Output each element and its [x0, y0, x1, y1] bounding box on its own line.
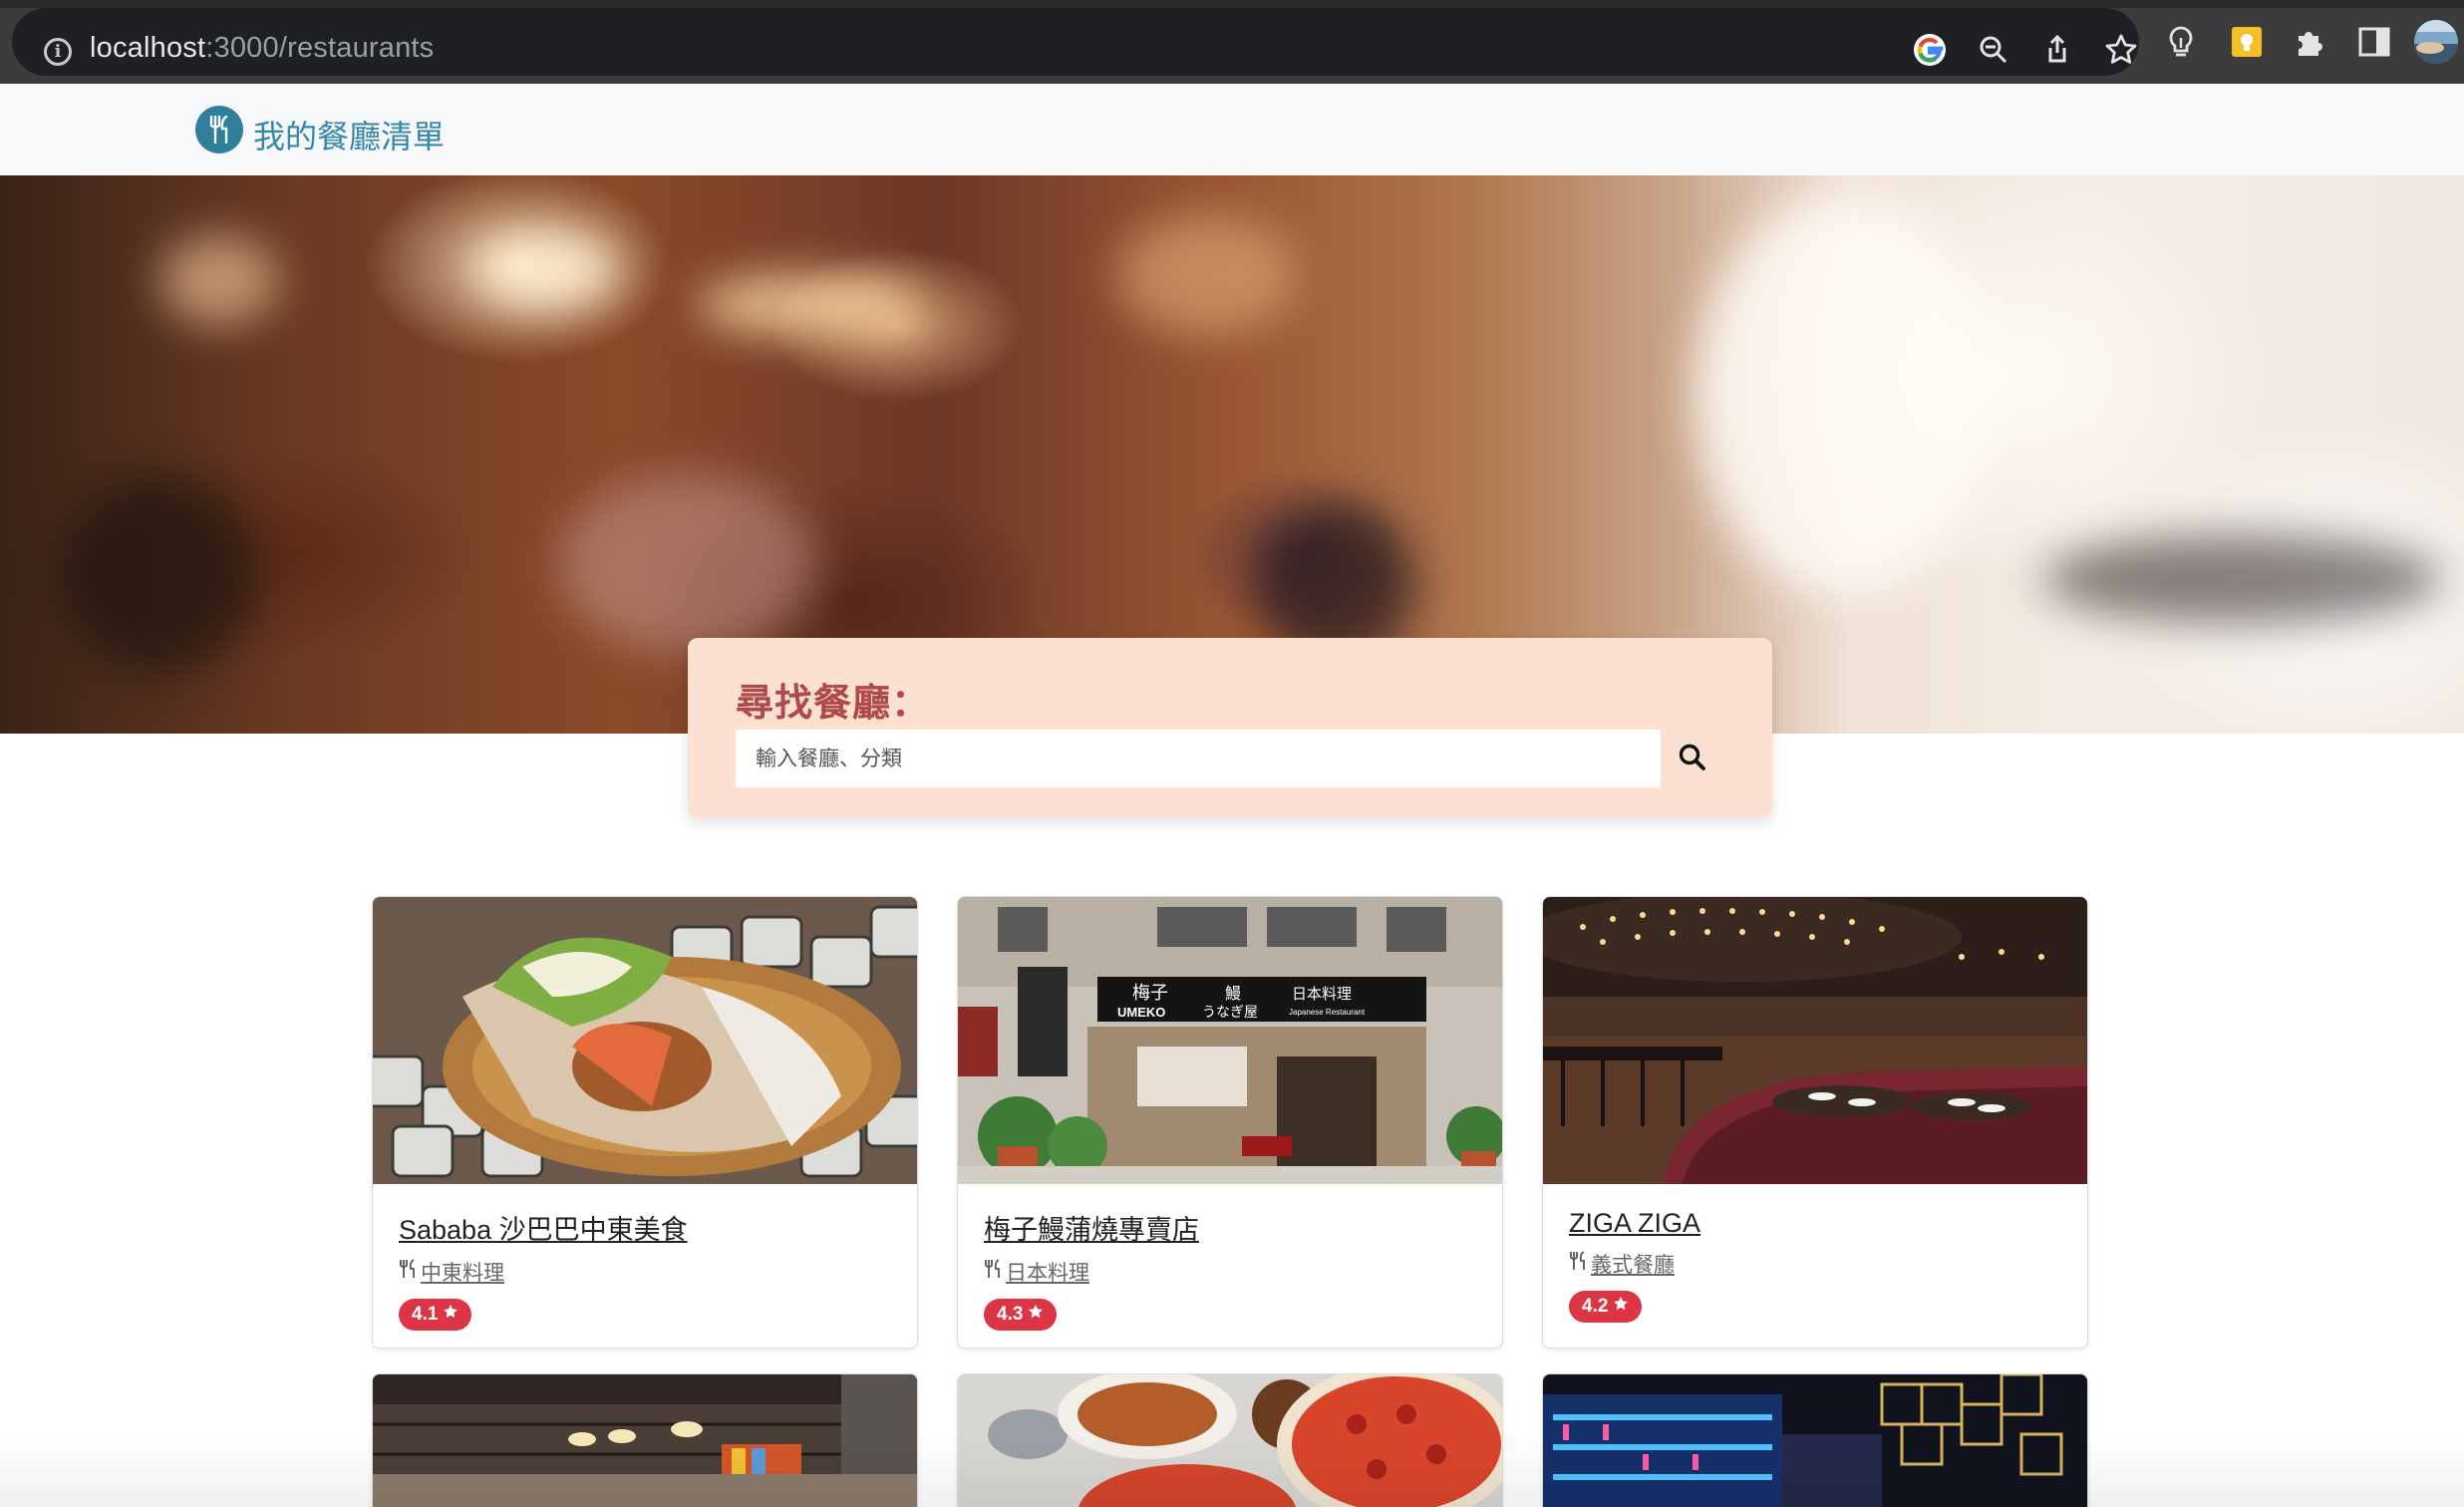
- restaurant-photo[interactable]: [1543, 1374, 2087, 1507]
- restaurant-category[interactable]: 日本料理: [1006, 1257, 1089, 1287]
- sign-umeko-latin: UMEKO: [1117, 1005, 1165, 1020]
- share-icon[interactable]: [2037, 30, 2077, 70]
- star-icon: [1608, 1296, 1629, 1318]
- sign-japanese-restaurant: Japanese Restaurant: [1289, 1008, 1366, 1017]
- restaurant-category[interactable]: 中東料理: [421, 1257, 504, 1287]
- sign-unagi-kanji: 鰻: [1225, 984, 1241, 1003]
- google-icon[interactable]: [1910, 30, 1950, 70]
- restaurant-card[interactable]: [957, 1373, 1503, 1507]
- url-path: :3000/restaurants: [205, 32, 435, 64]
- rating-value: 4.2: [1582, 1296, 1609, 1317]
- restaurant-name[interactable]: 梅子鰻蒲燒專賣店: [984, 1208, 1199, 1247]
- restaurant-card[interactable]: Sababa 沙巴巴中東美食 中東料理 4.1: [372, 896, 918, 1349]
- search-icon: [1678, 743, 1707, 775]
- utensils-icon: [984, 1259, 1002, 1285]
- site-info-icon[interactable]: i: [44, 38, 72, 66]
- rating-badge: 4.2: [1569, 1291, 1643, 1323]
- url-text[interactable]: localhost:3000/restaurants: [90, 32, 434, 65]
- restaurant-photo[interactable]: [1543, 897, 2087, 1184]
- restaurant-photo[interactable]: [373, 1374, 917, 1507]
- bookmark-star-icon[interactable]: [2101, 30, 2141, 70]
- sign-unagiya: うなぎ屋: [1202, 1005, 1258, 1021]
- restaurant-name[interactable]: Sababa 沙巴巴中東美食: [399, 1208, 688, 1247]
- restaurant-category[interactable]: 義式餐廳: [1591, 1249, 1675, 1279]
- lightbulb-icon[interactable]: [2161, 22, 2201, 62]
- extensions-puzzle-icon[interactable]: [2291, 22, 2330, 62]
- restaurant-card[interactable]: 梅子 UMEKO 鰻 うなぎ屋 日本料理 Japanese Restaurant…: [957, 896, 1503, 1349]
- restaurant-photo[interactable]: [373, 897, 917, 1184]
- rating-value: 4.1: [412, 1304, 439, 1325]
- restaurant-photo[interactable]: [958, 1374, 1502, 1507]
- keep-notes-icon[interactable]: [2227, 22, 2267, 62]
- zoom-out-icon[interactable]: [1974, 30, 2013, 70]
- utensils-icon[interactable]: [195, 106, 243, 153]
- side-panel-icon[interactable]: [2354, 22, 2394, 62]
- utensils-icon: [1569, 1251, 1587, 1277]
- restaurant-card[interactable]: [372, 1373, 918, 1507]
- rating-value: 4.3: [997, 1304, 1024, 1325]
- profile-avatar-icon[interactable]: [2412, 18, 2460, 66]
- brand-title[interactable]: 我的餐廳清單: [253, 112, 445, 157]
- sign-nihon-ryori: 日本料理: [1292, 985, 1352, 1003]
- search-button[interactable]: [1661, 730, 1724, 787]
- star-icon: [438, 1304, 459, 1326]
- address-bar[interactable]: i localhost:3000/restaurants: [12, 8, 2139, 76]
- site-navbar: 我的餐廳清單: [0, 84, 2464, 175]
- search-panel: 尋找餐廳：: [688, 638, 1772, 817]
- restaurant-card[interactable]: ZIGA ZIGA 義式餐廳 4.2: [1542, 896, 2088, 1349]
- sign-umeko-chinese: 梅子: [1132, 983, 1168, 1004]
- rating-badge: 4.3: [984, 1299, 1058, 1331]
- browser-toolbar: i localhost:3000/restaurants: [0, 0, 2464, 84]
- rating-badge: 4.1: [399, 1299, 472, 1331]
- star-icon: [1023, 1304, 1044, 1326]
- restaurant-photo[interactable]: 梅子 UMEKO 鰻 うなぎ屋 日本料理 Japanese Restaurant: [958, 897, 1502, 1184]
- search-input[interactable]: [736, 730, 1661, 787]
- utensils-icon: [399, 1259, 417, 1285]
- search-title: 尋找餐廳：: [736, 683, 931, 725]
- url-host: localhost: [90, 32, 206, 64]
- restaurant-card[interactable]: [1542, 1373, 2088, 1507]
- restaurant-name[interactable]: ZIGA ZIGA: [1569, 1208, 1700, 1239]
